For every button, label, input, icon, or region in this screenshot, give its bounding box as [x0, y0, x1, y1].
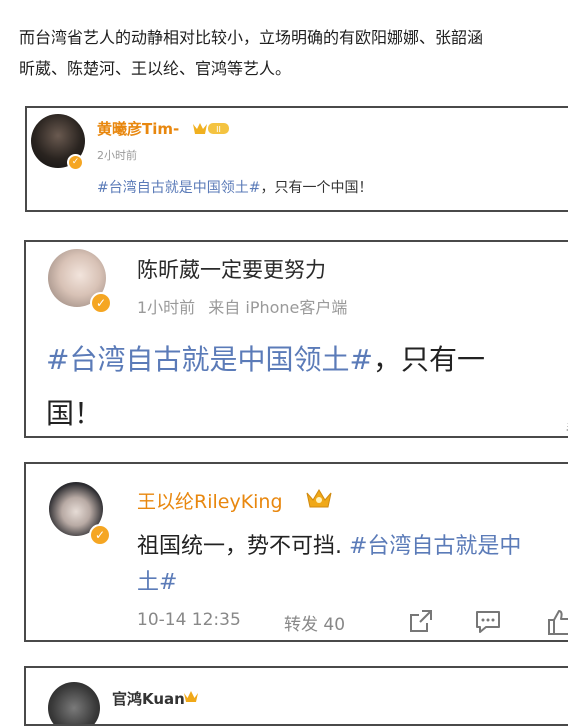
weibo-post-card[interactable]: ✓ 黄曦彦Tim- II 2小时前 #台湾自古就是中国领土#，只有一个中国！ — [25, 106, 568, 212]
post-content: 祖国统一，势不可挡. #台湾自古就是中 — [137, 528, 521, 560]
weibo-post-card[interactable]: ✓ 王以纶RileyKing 祖国统一，势不可挡. #台湾自古就是中 土# 10… — [24, 462, 568, 642]
level-badge-text: II — [216, 125, 221, 134]
post-time: 1小时前 — [137, 298, 196, 317]
like-icon[interactable] — [546, 607, 568, 637]
post-author-name[interactable]: 王以纶RileyKing — [137, 487, 283, 514]
post-author-name[interactable]: 黄曦彦Tim- — [97, 118, 179, 139]
hashtag-link[interactable]: #台湾自古就是中国领土# — [97, 180, 260, 196]
post-content: #台湾自古就是中国领土#，只有一个中国！ — [97, 177, 372, 197]
verified-icon: ✓ — [89, 524, 111, 546]
hashtag-link[interactable]: #台湾自古就是中 — [349, 534, 521, 559]
weibo-post-card[interactable]: 官鸿Kuan — [24, 666, 568, 726]
post-content: #台湾自古就是中国领土#，只有一 — [46, 338, 485, 378]
level-badge-icon: II — [191, 120, 231, 136]
comment-icon[interactable] — [474, 608, 502, 636]
verified-icon: ✓ — [90, 292, 112, 314]
repost-count[interactable]: 转发 40 — [284, 610, 345, 635]
crown-icon — [304, 486, 334, 510]
hashtag-link-line-2[interactable]: 土# — [137, 564, 177, 596]
post-text: ，只有一个中国！ — [260, 180, 373, 196]
avatar[interactable] — [48, 682, 100, 724]
post-author-name[interactable]: 陈昕葳一定要更努力 — [137, 254, 326, 284]
post-time: 10-14 12:35 — [137, 610, 241, 630]
post-text: ，只有一 — [372, 343, 485, 376]
crown-icon — [182, 689, 200, 704]
post-time: 2小时前 — [97, 149, 137, 162]
post-meta: 1小时前 来自 iPhone客户端 — [137, 294, 347, 318]
post-source: 来自 iPhone客户端 — [208, 298, 348, 317]
share-icon[interactable] — [408, 608, 434, 634]
post-text: 祖国统一，势不可挡. — [137, 534, 349, 559]
article-line-2: 昕葳、陈楚河、王以纶、官鸿等艺人。 — [19, 59, 292, 78]
post-content-line-2: 国！ — [46, 397, 103, 430]
article-line-1: 而台湾省艺人的动静相对比较小，立场明确的有欧阳娜娜、张韶涵 — [19, 28, 484, 47]
hashtag-link[interactable]: #台湾自古就是中国领土# — [46, 343, 373, 376]
article-paragraph: 而台湾省艺人的动静相对比较小，立场明确的有欧阳娜娜、张韶涵 昕葳、陈楚河、王以纶… — [19, 22, 568, 84]
weibo-post-card[interactable]: ✓ 陈昕葳一定要更努力 1小时前 来自 iPhone客户端 #台湾自古就是中国领… — [24, 240, 568, 438]
verified-icon: ✓ — [67, 154, 84, 171]
